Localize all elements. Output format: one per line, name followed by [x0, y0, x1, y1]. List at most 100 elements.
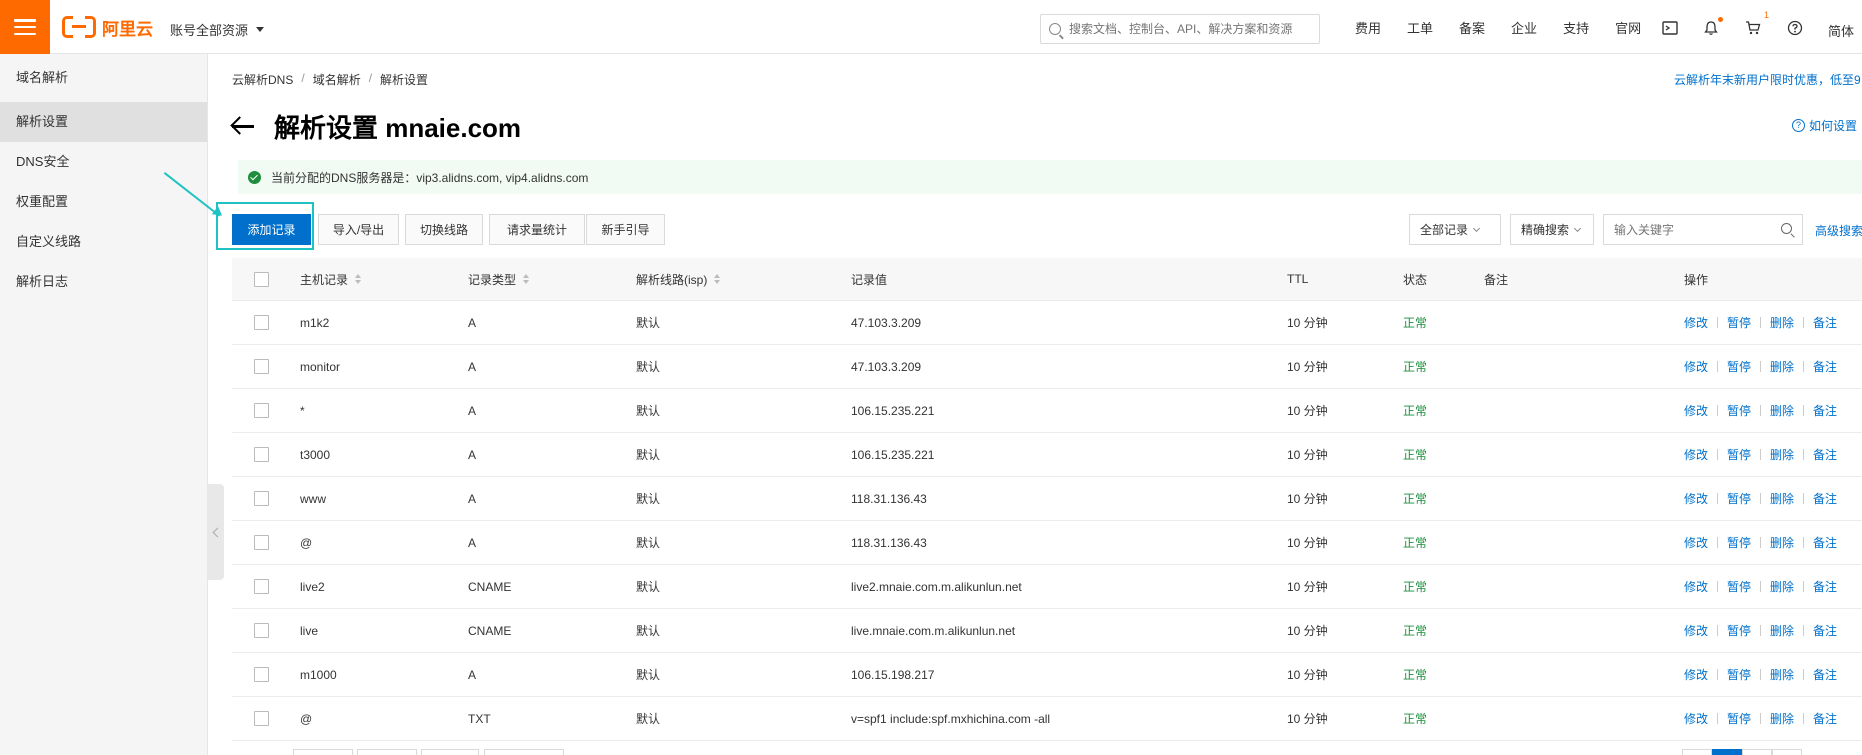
advanced-search-link[interactable]: 高级搜索: [1815, 222, 1862, 239]
row-checkbox[interactable]: [254, 491, 269, 506]
row-checkbox[interactable]: [254, 403, 269, 418]
sidebar-item-custom-lines[interactable]: 自定义线路: [0, 222, 207, 262]
edit-link[interactable]: 修改: [1684, 710, 1708, 727]
row-checkbox[interactable]: [254, 447, 269, 462]
row-checkbox[interactable]: [254, 535, 269, 550]
pause-link[interactable]: 暂停: [1727, 578, 1751, 595]
page-button-current[interactable]: [1712, 749, 1742, 755]
breadcrumb-item-domain-dns[interactable]: 域名解析: [313, 71, 361, 88]
header-host[interactable]: 主机记录: [300, 258, 362, 300]
remark-link[interactable]: 备注: [1813, 314, 1837, 331]
pause-link[interactable]: 暂停: [1727, 534, 1751, 551]
delete-link[interactable]: 删除: [1770, 446, 1794, 463]
nav-fees[interactable]: 费用: [1355, 18, 1381, 37]
row-checkbox[interactable]: [254, 579, 269, 594]
edit-link[interactable]: 修改: [1684, 622, 1708, 639]
remark-link[interactable]: 备注: [1813, 490, 1837, 507]
delete-link[interactable]: 删除: [1770, 534, 1794, 551]
header-type[interactable]: 记录类型: [468, 258, 530, 300]
promo-link[interactable]: 云解析年末新用户限时优惠，低至9: [1674, 71, 1861, 88]
aliyun-logo[interactable]: 阿里云: [62, 14, 153, 40]
pause-link[interactable]: 暂停: [1727, 402, 1751, 419]
edit-link[interactable]: 修改: [1684, 314, 1708, 331]
page-button[interactable]: [1772, 749, 1802, 755]
remark-link[interactable]: 备注: [1813, 534, 1837, 551]
language-switch[interactable]: 简体: [1828, 21, 1854, 40]
pause-link[interactable]: 暂停: [1727, 446, 1751, 463]
row-checkbox[interactable]: [254, 315, 269, 330]
add-record-button[interactable]: 添加记录: [232, 214, 311, 245]
pause-link[interactable]: 暂停: [1727, 490, 1751, 507]
remark-link[interactable]: 备注: [1813, 622, 1837, 639]
delete-link[interactable]: 删除: [1770, 358, 1794, 375]
pause-link[interactable]: 暂停: [1727, 666, 1751, 683]
help-icon[interactable]: [1787, 20, 1803, 36]
pause-link[interactable]: 暂停: [1727, 710, 1751, 727]
remark-link[interactable]: 备注: [1813, 710, 1837, 727]
edit-link[interactable]: 修改: [1684, 358, 1708, 375]
guide-button[interactable]: 新手引导: [586, 214, 665, 245]
delete-link[interactable]: 删除: [1770, 710, 1794, 727]
global-search-input[interactable]: [1069, 22, 1309, 36]
keyword-input[interactable]: [1614, 222, 1774, 237]
account-resource-dropdown[interactable]: 账号全部资源: [170, 20, 265, 39]
pager-button[interactable]: [484, 749, 564, 755]
terminal-icon[interactable]: [1662, 20, 1678, 36]
delete-link[interactable]: 删除: [1770, 666, 1794, 683]
nav-icp[interactable]: 备案: [1459, 18, 1485, 37]
request-stats-button[interactable]: 请求量统计: [489, 214, 585, 245]
delete-link[interactable]: 删除: [1770, 578, 1794, 595]
pager-button[interactable]: [357, 749, 417, 755]
page-button[interactable]: [1742, 749, 1772, 755]
pause-link[interactable]: 暂停: [1727, 358, 1751, 375]
global-search[interactable]: [1040, 14, 1320, 44]
sidebar-item-dns-logs[interactable]: 解析日志: [0, 262, 207, 302]
remark-link[interactable]: 备注: [1813, 446, 1837, 463]
bell-icon[interactable]: [1703, 17, 1723, 36]
search-icon[interactable]: [1781, 223, 1792, 234]
edit-link[interactable]: 修改: [1684, 490, 1708, 507]
row-checkbox[interactable]: [254, 667, 269, 682]
row-checkbox[interactable]: [254, 711, 269, 726]
menu-button[interactable]: [0, 0, 50, 54]
sidebar-item-dns-settings[interactable]: 解析设置: [0, 102, 207, 142]
edit-link[interactable]: 修改: [1684, 446, 1708, 463]
nav-official-site[interactable]: 官网: [1615, 18, 1641, 37]
nav-tickets[interactable]: 工单: [1407, 18, 1433, 37]
row-checkbox[interactable]: [254, 623, 269, 638]
howto-link[interactable]: ? 如何设置: [1792, 117, 1857, 134]
sidebar-item-dns-security[interactable]: DNS安全: [0, 142, 207, 182]
breadcrumb-item-cloud-dns[interactable]: 云解析DNS: [232, 71, 293, 88]
switch-line-button[interactable]: 切换线路: [405, 214, 483, 245]
search-mode-select[interactable]: 精确搜索: [1510, 214, 1594, 245]
edit-link[interactable]: 修改: [1684, 402, 1708, 419]
remark-link[interactable]: 备注: [1813, 358, 1837, 375]
delete-link[interactable]: 删除: [1770, 314, 1794, 331]
pager-button[interactable]: [421, 749, 479, 755]
back-arrow-icon[interactable]: [232, 116, 256, 136]
delete-link[interactable]: 删除: [1770, 622, 1794, 639]
keyword-search[interactable]: [1603, 214, 1803, 245]
sidebar-collapse-toggle[interactable]: [207, 484, 224, 580]
remark-link[interactable]: 备注: [1813, 578, 1837, 595]
nav-support[interactable]: 支持: [1563, 18, 1589, 37]
select-all-checkbox[interactable]: [254, 271, 269, 287]
pause-link[interactable]: 暂停: [1727, 314, 1751, 331]
pause-link[interactable]: 暂停: [1727, 622, 1751, 639]
record-filter-select[interactable]: 全部记录: [1409, 214, 1501, 245]
delete-link[interactable]: 删除: [1770, 490, 1794, 507]
nav-enterprise[interactable]: 企业: [1511, 18, 1537, 37]
import-export-button[interactable]: 导入/导出: [318, 214, 399, 245]
cart-icon[interactable]: 1: [1745, 10, 1769, 36]
page-button[interactable]: [1682, 749, 1712, 755]
edit-link[interactable]: 修改: [1684, 666, 1708, 683]
edit-link[interactable]: 修改: [1684, 534, 1708, 551]
remark-link[interactable]: 备注: [1813, 402, 1837, 419]
remark-link[interactable]: 备注: [1813, 666, 1837, 683]
delete-link[interactable]: 删除: [1770, 402, 1794, 419]
edit-link[interactable]: 修改: [1684, 578, 1708, 595]
sidebar-item-weight-config[interactable]: 权重配置: [0, 182, 207, 222]
row-checkbox[interactable]: [254, 359, 269, 374]
pager-button[interactable]: [293, 749, 353, 755]
header-line[interactable]: 解析线路(isp): [636, 258, 721, 300]
